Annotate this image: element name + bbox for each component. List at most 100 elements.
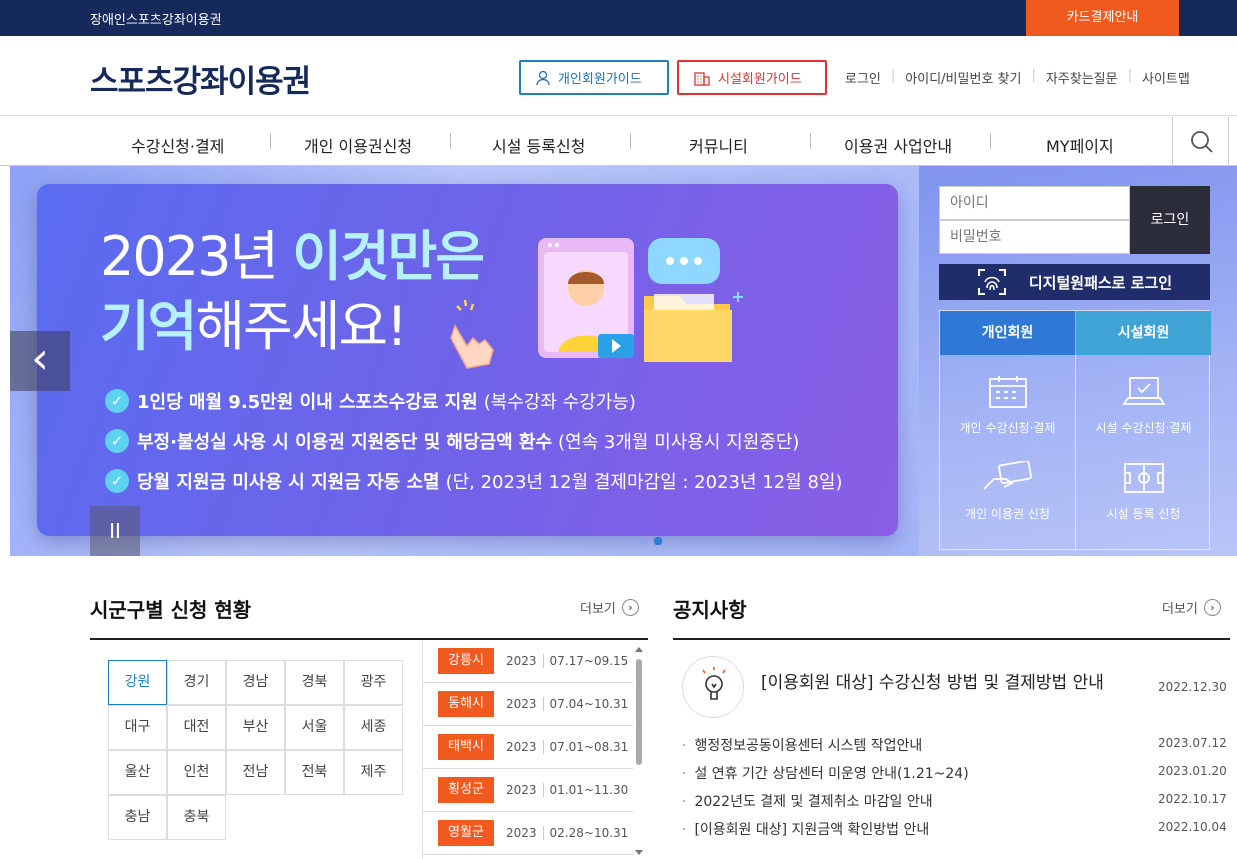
region-more-link[interactable]: 더보기 › <box>580 598 639 617</box>
region-cell[interactable]: 서울 <box>285 705 344 750</box>
site-logo[interactable]: 스포츠강좌이용권 <box>90 56 311 101</box>
site-name: 장애인스포츠강좌이용권 <box>90 13 222 28</box>
tab-facility-member[interactable]: 시설회원 <box>1076 311 1211 355</box>
scrollbar[interactable] <box>634 645 644 859</box>
laptop-check-icon <box>1121 377 1166 405</box>
banner-pause-button[interactable]: II <box>90 506 140 556</box>
login-button[interactable]: 로그인 <box>1130 186 1210 254</box>
sitemap-link[interactable]: 사이트맵 <box>1142 68 1190 87</box>
region-cell[interactable]: 전북 <box>285 750 344 795</box>
notice-title[interactable]: 설 연휴 기간 상담센터 미운영 안내(1.21~24) <box>694 766 968 782</box>
region-cell[interactable]: 인천 <box>167 750 226 795</box>
more-label: 더보기 <box>580 602 616 617</box>
notice-more-link[interactable]: 더보기 › <box>1162 598 1221 617</box>
utility-links: 로그인 | 아이디/비밀번호 찾기 | 자주찾는질문 | 사이트맵 <box>845 68 1190 87</box>
list-item[interactable]: 영월군 2023 02.28~10.31 <box>423 812 633 855</box>
bullet-main: 당월 지원금 미사용 시 지원금 자동 소멸 <box>137 472 440 493</box>
fingerprint-icon <box>977 269 1006 295</box>
pagination-dot-active[interactable] <box>654 537 662 545</box>
menu-facility-course-payment[interactable]: 시설 수강신청·결제 <box>1076 375 1211 436</box>
main-nav: 수강신청·결제 개인 이용권신청 시설 등록신청 커뮤니티 이용권 사업안내 M… <box>0 117 1237 166</box>
nav-divider <box>450 133 451 149</box>
banner-prev-button[interactable]: ‹ <box>10 331 70 391</box>
notice-date: 2023.01.20 <box>1158 764 1227 778</box>
scroll-up-icon[interactable] <box>634 645 644 653</box>
region-cell[interactable]: 대전 <box>167 705 226 750</box>
card-payment-button[interactable]: 카드결제안내 <box>1026 0 1179 36</box>
chevron-right-icon: › <box>621 599 639 616</box>
region-cell[interactable]: 광주 <box>344 660 403 705</box>
nav-item-facility-register[interactable]: 시설 등록신청 <box>492 133 585 157</box>
city-tag: 태백시 <box>438 734 494 760</box>
menu-personal-voucher-apply[interactable]: 개인 이용권 신청 <box>940 461 1075 522</box>
facility-guide-label: 시설회원가이드 <box>718 72 802 87</box>
region-cell[interactable]: 울산 <box>108 750 167 795</box>
notice-item[interactable]: · 행정정보공동이용센터 시스템 작업안내 2023.07.12 <box>682 735 1227 755</box>
menu-personal-course-payment[interactable]: 개인 수강신청·결제 <box>940 375 1075 436</box>
year: 2023 <box>506 697 544 711</box>
facility-guide-button[interactable]: 시설회원가이드 <box>677 60 827 95</box>
scrollbar-thumb[interactable] <box>636 659 642 765</box>
notice-title[interactable]: 행정정보공동이용센터 시스템 작업안내 <box>694 738 922 754</box>
notice-item[interactable]: · 2022년도 결제 및 결제취소 마감일 안내 2022.10.17 <box>682 791 1227 811</box>
tab-personal-member[interactable]: 개인회원 <box>940 311 1075 355</box>
region-section-title: 시군구별 신청 현황 <box>90 598 252 622</box>
notice-item[interactable]: · [이용회원 대상] 지원금액 확인방법 안내 2022.10.04 <box>682 819 1227 839</box>
region-cell[interactable]: 경기 <box>167 660 226 705</box>
login-link[interactable]: 로그인 <box>845 68 881 87</box>
notice-title[interactable]: 2022년도 결제 및 결제취소 마감일 안내 <box>694 794 932 810</box>
period: 02.28~10.31 <box>549 826 629 840</box>
region-cell[interactable]: 충남 <box>108 795 167 840</box>
bullet-sub: (복수강좌 수강가능) <box>483 392 636 413</box>
region-cell[interactable]: 경남 <box>226 660 285 705</box>
pagination-dot[interactable] <box>640 538 646 544</box>
nav-item-community[interactable]: 커뮤니티 <box>689 133 748 157</box>
menu-facility-register[interactable]: 시설 등록 신청 <box>1076 461 1211 522</box>
user-id-input[interactable] <box>939 186 1130 220</box>
region-schedule-list: 강릉시 2023 07.17~09.15 동해시 2023 07.04~10.31 태백시 2… <box>422 640 648 859</box>
bullet-icon: · <box>682 794 687 810</box>
nav-item-personal-voucher[interactable]: 개인 이용권신청 <box>304 133 412 157</box>
notice-item[interactable]: · 설 연휴 기간 상담센터 미운영 안내(1.21~24) 2023.01.20 <box>682 763 1227 783</box>
menu-label: 시설 수강신청·결제 <box>1095 421 1192 435</box>
personal-guide-button[interactable]: 개인회원가이드 <box>519 60 669 95</box>
find-id-password-link[interactable]: 아이디/비밀번호 찾기 <box>905 68 1021 87</box>
person-icon <box>536 70 550 85</box>
notice-section-title: 공지사항 <box>673 598 747 622</box>
list-item[interactable]: 동해시 2023 07.04~10.31 <box>423 683 633 726</box>
bullet-icon: · <box>682 738 687 754</box>
region-cell[interactable]: 세종 <box>344 705 403 750</box>
banner-bullet: ✓ 당월 지원금 미사용 시 지원금 자동 소멸 (단, 2023년 12월 결제마… <box>105 468 842 494</box>
list-item[interactable]: 강릉시 2023 07.17~09.15 <box>423 640 633 683</box>
notice-featured-title[interactable]: [이용회원 대상] 수강신청 방법 및 결제방법 안내 <box>761 668 1141 693</box>
search-button[interactable] <box>1172 117 1229 166</box>
list-item[interactable]: 횡성군 2023 01.01~11.30 <box>423 769 633 812</box>
notice-date: 2022.10.04 <box>1158 820 1227 834</box>
headline-text: 2023년 <box>100 225 293 288</box>
nav-item-business-info[interactable]: 이용권 사업안내 <box>844 133 952 157</box>
digital-onepass-button[interactable]: 디지털원패스로 로그인 <box>939 264 1210 300</box>
headline-emphasis: 이것만은 <box>292 225 485 288</box>
video-profile-illustration <box>538 238 634 358</box>
region-cell[interactable]: 전남 <box>226 750 285 795</box>
more-label: 더보기 <box>1162 602 1198 617</box>
faq-link[interactable]: 자주찾는질문 <box>1046 68 1118 87</box>
nav-item-course-apply[interactable]: 수강신청·결제 <box>131 133 224 157</box>
login-panel: 로그인 디지털원패스로 로그인 개인회원 시설회원 개인 수강신청·결제 시설 … <box>919 166 1237 556</box>
region-cell[interactable]: 제주 <box>344 750 403 795</box>
scroll-down-icon[interactable] <box>634 849 644 857</box>
notice-title[interactable]: [이용회원 대상] 지원금액 확인방법 안내 <box>694 822 929 838</box>
password-input[interactable] <box>939 220 1130 254</box>
period: 07.01~08.31 <box>549 740 629 754</box>
region-cell[interactable]: 경북 <box>285 660 344 705</box>
menu-label: 시설 등록 신청 <box>1106 507 1181 521</box>
region-cell[interactable]: 대구 <box>108 705 167 750</box>
region-cell[interactable]: 충북 <box>167 795 226 840</box>
list-item[interactable]: 태백시 2023 07.01~08.31 <box>423 726 633 769</box>
region-cell[interactable]: 강원 <box>108 660 167 705</box>
region-cell[interactable]: 부산 <box>226 705 285 750</box>
nav-item-mypage[interactable]: MY페이지 <box>1046 133 1114 157</box>
city-tag: 강릉시 <box>438 648 494 674</box>
nav-divider <box>630 133 631 149</box>
digital-onepass-label: 디지털원패스로 로그인 <box>1028 273 1173 292</box>
